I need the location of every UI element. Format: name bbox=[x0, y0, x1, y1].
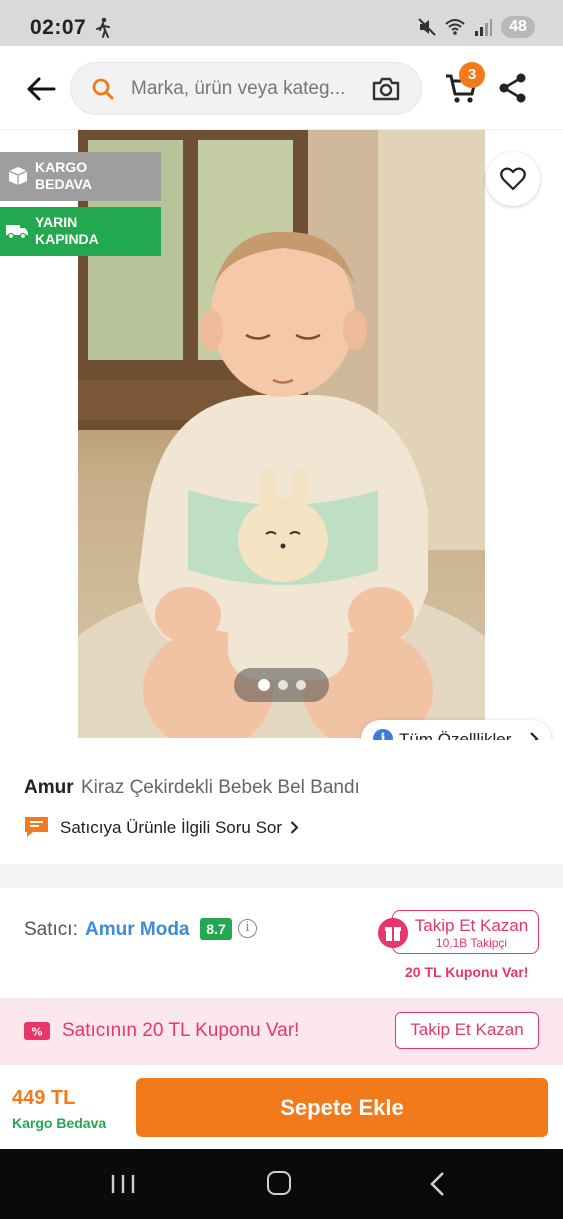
heart-icon bbox=[500, 167, 526, 191]
seller-name-link[interactable]: Amur Moda bbox=[85, 919, 190, 941]
system-back-icon[interactable] bbox=[428, 1171, 446, 1197]
truck-icon bbox=[6, 225, 28, 240]
svg-text:%: % bbox=[31, 1026, 42, 1039]
coupon-icon: % bbox=[24, 1022, 50, 1040]
follow-earn-button[interactable]: Takip Et Kazan 10,1B Takipçi bbox=[392, 910, 539, 954]
mute-icon bbox=[418, 18, 436, 36]
product-name: Kiraz Çekirdekli Bebek Bel Bandı bbox=[81, 777, 360, 798]
search-icon bbox=[92, 78, 114, 100]
ask-seller-label: Satıcıya Ürünle İlgili Soru Sor bbox=[60, 818, 283, 837]
camera-icon[interactable] bbox=[371, 75, 401, 103]
follow-title: Takip Et Kazan bbox=[414, 916, 529, 935]
pagination-dot bbox=[257, 679, 270, 691]
coupon-banner-text: Satıcının 20 TL Kuponu Var! bbox=[62, 1020, 300, 1041]
search-placeholder: Marka, ürün veya kateg... bbox=[131, 78, 346, 99]
wifi-icon bbox=[445, 19, 465, 35]
badge-line: KARGO bbox=[35, 159, 88, 175]
status-bar: 02:07 48 bbox=[0, 0, 563, 46]
status-icons: 48 bbox=[417, 14, 535, 40]
recent-apps-icon[interactable] bbox=[110, 1173, 136, 1195]
system-nav-bar bbox=[0, 1149, 563, 1219]
product-price: 449 TL bbox=[12, 1087, 76, 1109]
coupon-follow-button[interactable]: Takip Et Kazan bbox=[395, 1012, 539, 1049]
follower-count: 10,1B Takipçi bbox=[435, 936, 508, 950]
product-gallery[interactable]: KARGO BEDAVA YARIN KAPINDA i Tüm Özellli… bbox=[0, 130, 563, 758]
app-header: Marka, ürün veya kateg... 3 bbox=[0, 46, 563, 130]
status-time: 02:07 bbox=[30, 16, 87, 39]
seller-label: Satıcı: bbox=[24, 919, 78, 940]
gift-icon bbox=[378, 918, 408, 948]
search-input[interactable]: Marka, ürün veya kateg... bbox=[70, 62, 422, 115]
section-divider bbox=[0, 864, 563, 888]
product-info: Amur Kiraz Çekirdekli Bebek Bel Bandı Sa… bbox=[0, 740, 563, 864]
battery-icon: 48 bbox=[501, 16, 535, 38]
chat-icon bbox=[25, 817, 48, 837]
walking-icon bbox=[96, 17, 110, 38]
coupon-banner: % Satıcının 20 TL Kuponu Var! Takip Et K… bbox=[0, 998, 563, 1064]
badge-line: KAPINDA bbox=[35, 231, 99, 247]
coupon-note: 20 TL Kuponu Var! bbox=[405, 964, 529, 980]
seller-info-icon[interactable]: i bbox=[238, 919, 257, 938]
seller-score-badge: 8.7 bbox=[200, 918, 232, 940]
shipping-label: Kargo Bedava bbox=[12, 1115, 107, 1131]
pagination-dot bbox=[295, 680, 306, 690]
product-brand[interactable]: Amur bbox=[24, 777, 74, 799]
delivery-tomorrow-badge: YARIN KAPINDA bbox=[0, 207, 161, 256]
badge-line: BEDAVA bbox=[35, 176, 93, 192]
favorite-button[interactable] bbox=[486, 152, 540, 206]
image-pagination bbox=[234, 668, 329, 702]
pagination-dot bbox=[277, 680, 288, 690]
cart-count-badge: 3 bbox=[459, 62, 485, 88]
add-to-cart-button[interactable]: Sepete Ekle bbox=[136, 1078, 548, 1137]
bottom-action-bar: 449 TL Kargo Bedava Sepete Ekle bbox=[0, 1064, 563, 1149]
badge-line: YARIN bbox=[35, 214, 78, 230]
share-icon[interactable] bbox=[498, 72, 528, 104]
seller-section: Satıcı: Amur Moda 8.7 i Takip Et Kazan 1… bbox=[0, 888, 563, 998]
free-shipping-badge: KARGO BEDAVA bbox=[0, 152, 161, 201]
home-icon[interactable] bbox=[267, 1171, 291, 1195]
box-icon bbox=[8, 167, 28, 185]
back-arrow-icon[interactable] bbox=[24, 72, 58, 106]
chevron-right-icon bbox=[290, 821, 299, 834]
signal-icon bbox=[475, 19, 492, 36]
